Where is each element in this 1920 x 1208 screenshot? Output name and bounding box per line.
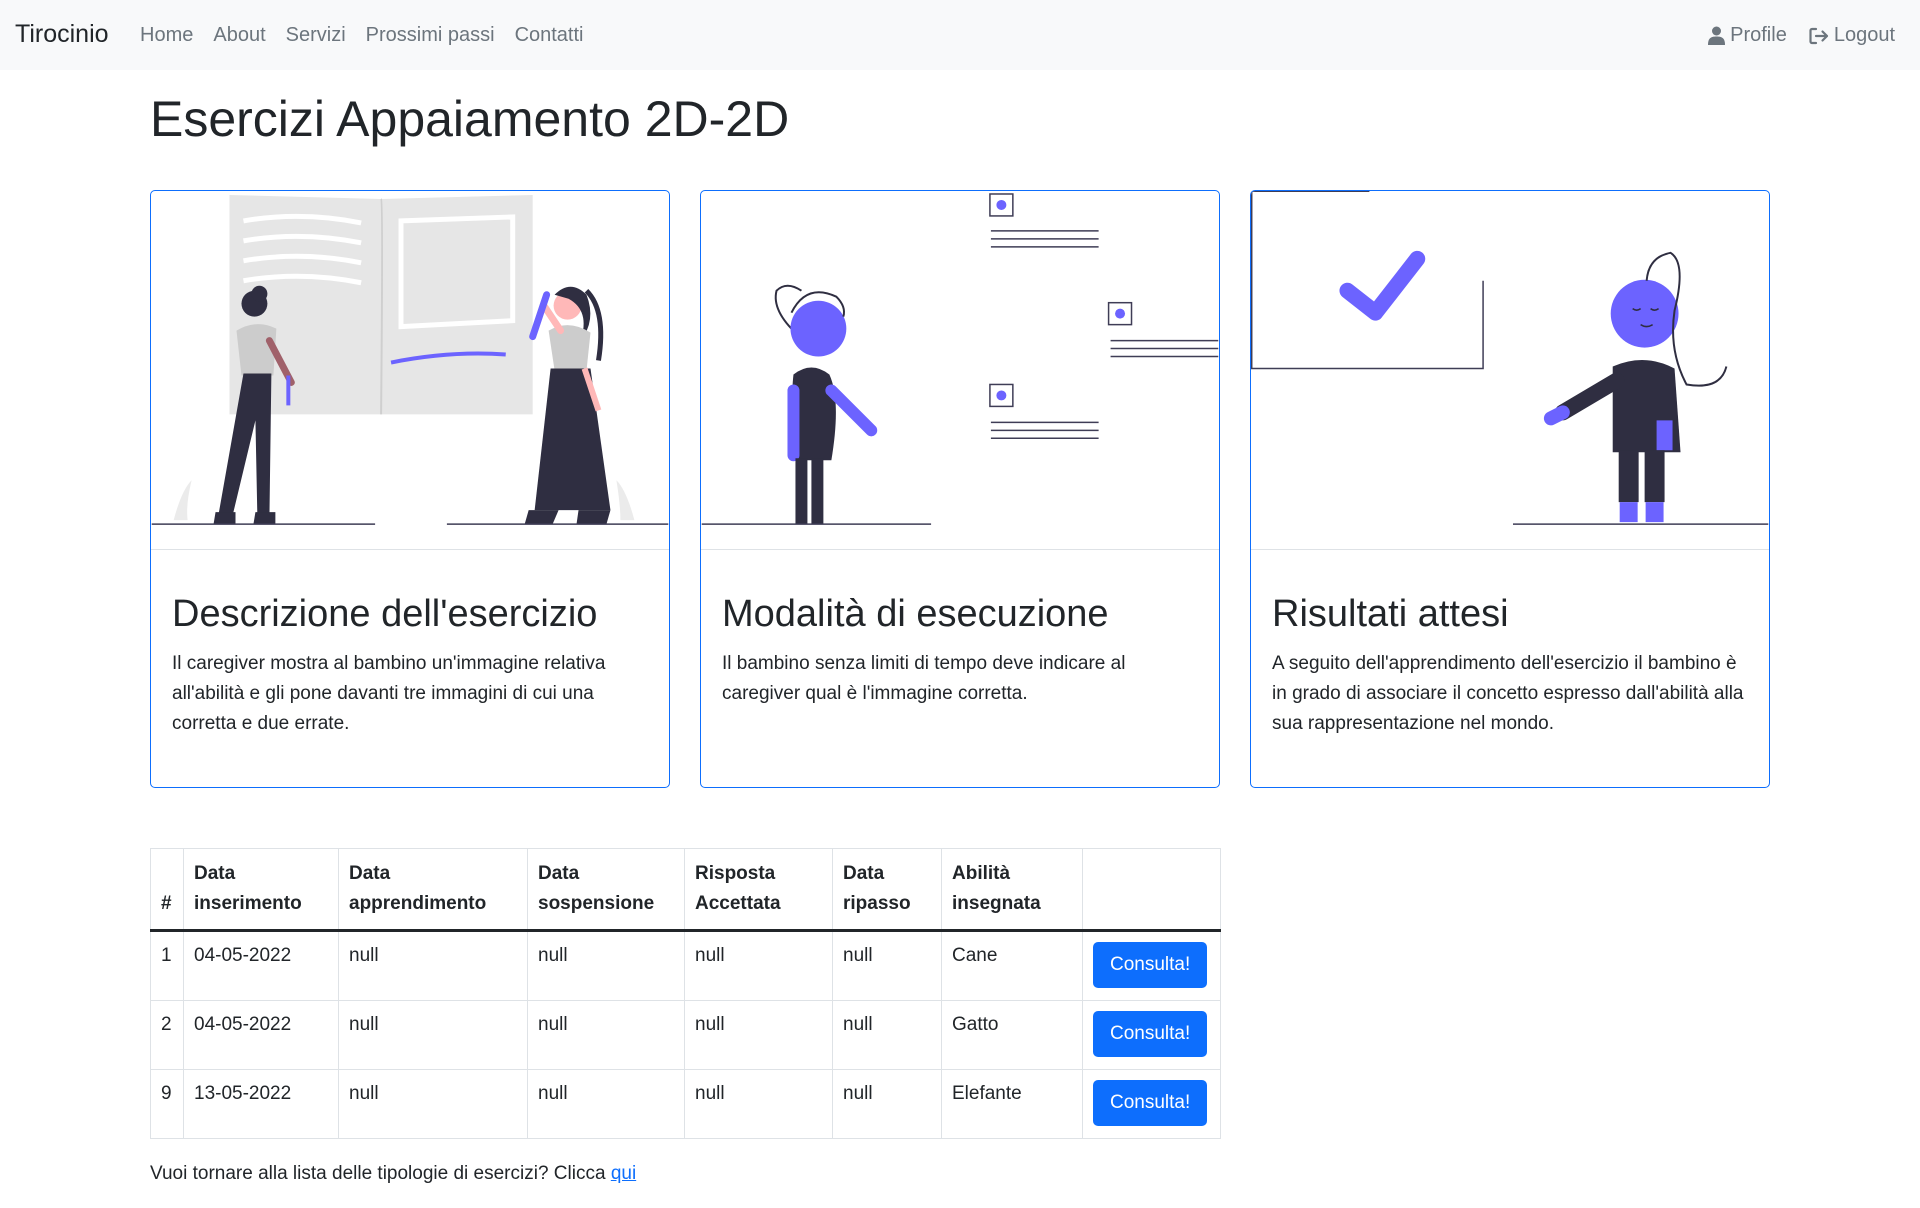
column-header-data-apprendimento: Data apprendimento [338,848,528,932]
back-to-list-link[interactable]: qui [611,1163,636,1184]
consulta-button[interactable]: Consulta! [1093,942,1208,988]
nav-links: Home About Servizi Prossimi passi Contat… [140,24,584,47]
column-header-id: # [150,848,184,932]
card-text: A seguito dell'apprendimento dell'eserci… [1272,653,1744,734]
profile-link[interactable]: Profile [1708,24,1787,47]
profile-label: Profile [1730,24,1787,46]
back-to-list-label: Vuoi tornare alla lista delle tipologie … [150,1163,606,1184]
choosing-image-illustration [701,193,1219,550]
card-title: Risultati attesi [1272,593,1509,635]
table-header-row: # Data inserimento Data apprendimento Da… [150,848,1221,932]
cell-data-sospensione: null [527,1069,685,1139]
column-header-actions [1082,848,1221,932]
cell-action: Consulta! [1082,1069,1221,1139]
card-text: Il bambino senza limiti di tempo deve in… [722,653,1126,704]
column-header-abilita-insegnata: Abilità insegnata [941,848,1083,932]
nav-link-home[interactable]: Home [140,24,193,47]
reading-book-illustration [151,194,669,550]
logout-icon [1809,27,1828,44]
cell-data-sospensione: null [527,1000,685,1070]
card-modalita: Modalità di esecuzione Il bambino senza … [700,190,1220,788]
nav-link-contatti[interactable]: Contatti [515,24,584,47]
column-header-data-inserimento: Data inserimento [183,848,339,932]
cell-data-apprendimento: null [338,930,528,1001]
exercises-table: # Data inserimento Data apprendimento Da… [150,848,1221,1139]
cell-risposta-accettata: null [684,1069,833,1139]
card-text: Il caregiver mostra al bambino un'immagi… [172,653,606,734]
cell-abilita: Elefante [941,1069,1083,1139]
table-row: 9 13-05-2022 null null null null Elefant… [150,1069,1221,1139]
column-header-data-ripasso: Data ripasso [832,848,942,932]
card-title: Modalità di esecuzione [722,593,1109,635]
nav-user-links: Profile Logout [1708,24,1895,47]
logout-link[interactable]: Logout [1809,24,1895,47]
checkmark-result-illustration [1251,191,1769,550]
consulta-button[interactable]: Consulta! [1093,1080,1208,1126]
navbar: Tirocinio Home About Servizi Prossimi pa… [0,0,1920,70]
cell-data-sospensione: null [527,930,685,1001]
nav-link-servizi[interactable]: Servizi [286,24,346,47]
column-header-risposta-accettata: Risposta Accettata [684,848,833,932]
nav-link-prossimi-passi[interactable]: Prossimi passi [366,24,495,47]
back-to-list-text: Vuoi tornare alla lista delle tipologie … [150,1163,636,1185]
cell-data-ripasso: null [832,1000,942,1070]
logout-label: Logout [1833,24,1895,46]
cell-data-ripasso: null [832,930,942,1001]
cell-data-inserimento: 04-05-2022 [183,1000,339,1070]
card-descrizione: Descrizione dell'esercizio Il caregiver … [150,190,670,788]
consulta-button[interactable]: Consulta! [1093,1011,1208,1057]
cell-abilita: Gatto [941,1000,1083,1070]
cell-id: 1 [150,930,184,1001]
user-icon [1708,26,1726,45]
column-header-data-sospensione: Data sospensione [527,848,685,932]
cell-data-apprendimento: null [338,1000,528,1070]
cell-data-ripasso: null [832,1069,942,1139]
card-risultati: Risultati attesi A seguito dell'apprendi… [1250,190,1770,788]
cell-risposta-accettata: null [684,1000,833,1070]
page-title: Esercizi Appaiamento 2D-2D [150,91,790,147]
cell-abilita: Cane [941,930,1083,1001]
table-row: 2 04-05-2022 null null null null Gatto C… [150,1000,1221,1070]
table-row: 1 04-05-2022 null null null null Cane Co… [150,930,1221,1001]
cell-risposta-accettata: null [684,930,833,1001]
navbar-brand[interactable]: Tirocinio [15,20,109,49]
cell-data-inserimento: 04-05-2022 [183,930,339,1001]
cell-data-inserimento: 13-05-2022 [183,1069,339,1139]
cell-action: Consulta! [1082,930,1221,1001]
cell-action: Consulta! [1082,1000,1221,1070]
card-title: Descrizione dell'esercizio [172,593,598,635]
nav-link-about[interactable]: About [213,24,265,47]
cell-id: 9 [150,1069,184,1139]
cell-data-apprendimento: null [338,1069,528,1139]
cell-id: 2 [150,1000,184,1070]
